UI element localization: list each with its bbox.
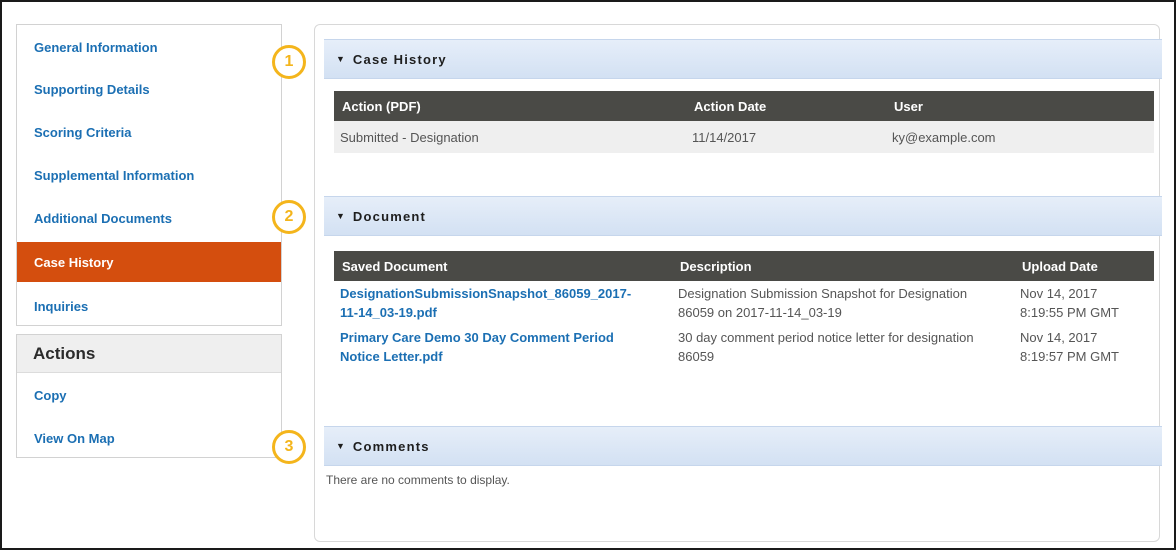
copy-action-link[interactable]: Copy xyxy=(17,378,281,412)
comments-section-header[interactable]: ▼ Comments xyxy=(324,426,1162,466)
table-row: Primary Care Demo 30 Day Comment Period N… xyxy=(334,325,1154,369)
document-section-header[interactable]: ▼ Document xyxy=(324,196,1162,236)
sidebar-item-additional-documents[interactable]: Additional Documents xyxy=(17,198,281,238)
view-on-map-link[interactable]: View On Map xyxy=(17,421,281,455)
upload-date-cell: Nov 14, 2017 8:19:57 PM GMT xyxy=(1014,325,1154,369)
table-header-row: Saved Document Description Upload Date xyxy=(334,251,1154,281)
sidebar-item-inquiries[interactable]: Inquiries xyxy=(17,286,281,326)
action-date-cell: 11/14/2017 xyxy=(686,121,886,153)
sidebar-item-scoring-criteria[interactable]: Scoring Criteria xyxy=(17,112,281,152)
description-cell: 30 day comment period notice letter for … xyxy=(672,325,1014,369)
sidebar-item-supplemental-information[interactable]: Supplemental Information xyxy=(17,155,281,195)
case-history-table: Action (PDF) Action Date User Submitted … xyxy=(334,91,1154,153)
column-header: Saved Document xyxy=(334,251,672,281)
user-cell: ky@example.com xyxy=(886,121,1154,153)
column-header: Action (PDF) xyxy=(334,91,686,121)
description-cell: Designation Submission Snapshot for Desi… xyxy=(672,281,1014,325)
saved-document-cell: Primary Care Demo 30 Day Comment Period N… xyxy=(334,325,672,369)
sidebar-item-case-history[interactable]: Case History xyxy=(17,242,281,282)
column-header: Action Date xyxy=(686,91,886,121)
actions-panel: Actions Copy View On Map xyxy=(16,334,282,458)
table-row: Submitted - Designation 11/14/2017 ky@ex… xyxy=(334,121,1154,153)
caret-down-icon: ▼ xyxy=(336,441,345,451)
saved-document-cell: DesignationSubmissionSnapshot_86059_2017… xyxy=(334,281,672,325)
column-header: User xyxy=(886,91,1154,121)
document-title: Document xyxy=(352,208,427,224)
upload-date-cell: Nov 14, 2017 8:19:55 PM GMT xyxy=(1014,281,1154,325)
document-table: Saved Document Description Upload Date D… xyxy=(334,251,1154,369)
step-marker-1: 1 xyxy=(272,45,306,79)
column-header: Description xyxy=(672,251,1014,281)
sidebar-item-supporting-details[interactable]: Supporting Details xyxy=(17,69,281,109)
case-history-section-header[interactable]: ▼ Case History xyxy=(324,39,1162,79)
table-row: DesignationSubmissionSnapshot_86059_2017… xyxy=(334,281,1154,325)
step-marker-3: 3 xyxy=(272,430,306,464)
column-header: Upload Date xyxy=(1014,251,1154,281)
document-link[interactable]: DesignationSubmissionSnapshot_86059_2017… xyxy=(340,286,631,320)
document-link[interactable]: Primary Care Demo 30 Day Comment Period N… xyxy=(340,330,614,364)
sidebar-item-general-information[interactable]: General Information xyxy=(17,27,281,67)
caret-down-icon: ▼ xyxy=(336,211,345,221)
step-marker-2: 2 xyxy=(272,200,306,234)
action-cell: Submitted - Designation xyxy=(334,121,686,153)
sidebar-nav: General Information Supporting Details S… xyxy=(16,24,282,326)
case-history-title: Case History xyxy=(352,51,447,67)
empty-comments-message: There are no comments to display. xyxy=(326,473,510,487)
actions-title: Actions xyxy=(17,335,281,373)
table-header-row: Action (PDF) Action Date User xyxy=(334,91,1154,121)
caret-down-icon: ▼ xyxy=(336,54,345,64)
comments-title: Comments xyxy=(352,438,430,454)
